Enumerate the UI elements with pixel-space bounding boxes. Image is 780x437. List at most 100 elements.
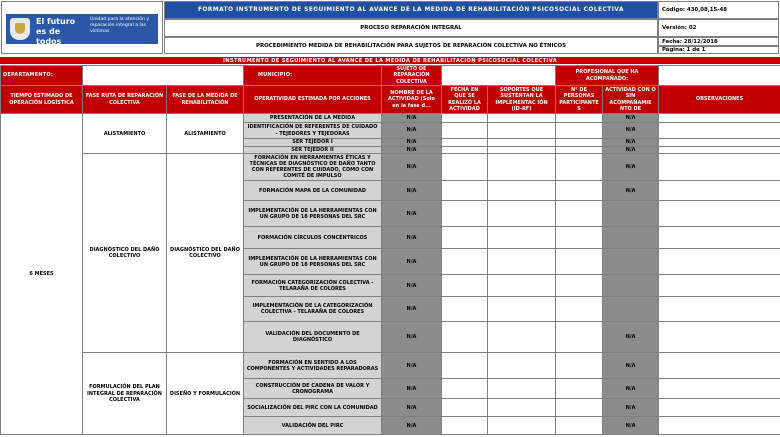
- support-cell[interactable]: [487, 153, 556, 182]
- date-cell[interactable]: [441, 416, 488, 436]
- activity-name-cell: VALIDACIÓN DEL DOCUMENTO DE DIAGNÓSTICO: [243, 321, 382, 354]
- support-cell[interactable]: [487, 321, 556, 354]
- participants-cell[interactable]: [555, 248, 603, 276]
- accompaniment-cell[interactable]: [601, 200, 660, 228]
- participants-cell[interactable]: [555, 180, 603, 202]
- na-cell: N/A: [381, 113, 442, 123]
- participants-cell[interactable]: [555, 145, 603, 155]
- accompaniment-cell[interactable]: [601, 226, 660, 250]
- phase-alistamiento-measure: ALISTAMIENTO: [166, 112, 244, 155]
- na-cell: N/A: [601, 122, 660, 139]
- observations-cell[interactable]: [658, 180, 780, 202]
- date-cell[interactable]: [441, 180, 488, 202]
- logo-entity: Unidad para la atención y reparación int…: [90, 17, 150, 34]
- date-cell[interactable]: [441, 248, 488, 276]
- na-cell: N/A: [601, 398, 660, 418]
- support-cell[interactable]: [487, 113, 556, 123]
- observations-cell[interactable]: [658, 138, 780, 147]
- col-accompaniment: ACTIVIDAD CON O SIN ACOMPAÑAMIE NTO DE: [601, 85, 660, 114]
- accompaniment-cell[interactable]: [601, 274, 660, 298]
- support-cell[interactable]: [487, 416, 556, 436]
- observations-cell[interactable]: [658, 248, 780, 276]
- na-cell: N/A: [601, 352, 660, 380]
- date-cell[interactable]: [441, 296, 488, 323]
- date-cell[interactable]: [441, 113, 488, 123]
- accompaniment-cell[interactable]: [601, 296, 660, 323]
- support-cell[interactable]: [487, 248, 556, 276]
- na-cell: N/A: [381, 180, 442, 202]
- support-cell[interactable]: [487, 200, 556, 228]
- date-cell[interactable]: [441, 274, 488, 298]
- participants-cell[interactable]: [555, 153, 603, 182]
- date-cell[interactable]: [441, 200, 488, 228]
- participants-cell[interactable]: [555, 296, 603, 323]
- support-cell[interactable]: [487, 398, 556, 418]
- participants-cell[interactable]: [555, 416, 603, 436]
- observations-cell[interactable]: [658, 200, 780, 228]
- participants-cell[interactable]: [555, 138, 603, 147]
- date-cell[interactable]: [441, 398, 488, 418]
- participants-cell[interactable]: [555, 378, 603, 400]
- date-cell[interactable]: [441, 352, 488, 380]
- date-cell[interactable]: [441, 321, 488, 354]
- na-cell: N/A: [601, 145, 660, 155]
- date-cell[interactable]: [441, 378, 488, 400]
- observations-cell[interactable]: [658, 296, 780, 323]
- participants-cell[interactable]: [555, 398, 603, 418]
- participants-cell[interactable]: [555, 321, 603, 354]
- col-time: TIEMPO ESTIMADO DE OPERACIÓN LOGÍSTICA: [0, 85, 83, 114]
- activity-name-cell: SOCIALIZACIÓN DEL PIRC CON LA COMUNIDAD: [243, 398, 382, 418]
- na-cell: N/A: [381, 296, 442, 323]
- na-cell: N/A: [381, 226, 442, 250]
- observations-cell[interactable]: [658, 416, 780, 436]
- participants-cell[interactable]: [555, 113, 603, 123]
- sujeto-label: SUJETO DE REPARACIÓN COLECTIVA: [381, 65, 442, 86]
- col-observations: OBSERVACIONES: [658, 85, 780, 114]
- date-cell[interactable]: [441, 122, 488, 139]
- observations-cell[interactable]: [658, 113, 780, 123]
- observations-cell[interactable]: [658, 378, 780, 400]
- support-cell[interactable]: [487, 138, 556, 147]
- observations-cell[interactable]: [658, 352, 780, 380]
- participants-cell[interactable]: [555, 200, 603, 228]
- logo-brand: El futuro es de todos: [36, 17, 76, 46]
- logo-cell: El futuro es de todos Unidad para la ate…: [1, 1, 163, 54]
- support-cell[interactable]: [487, 378, 556, 400]
- observations-cell[interactable]: [658, 153, 780, 182]
- professional-input[interactable]: [658, 65, 780, 86]
- date-cell[interactable]: [441, 145, 488, 155]
- support-cell[interactable]: [487, 180, 556, 202]
- process-name: PROCESO REPARACIÓN INTEGRAL: [164, 19, 658, 37]
- activity-name-cell: IMPLEMENTACIÓN DE LA HERRAMIENTAS CON UN…: [243, 248, 382, 276]
- date-cell[interactable]: [441, 138, 488, 147]
- doc-page: Página: 1 de 1: [658, 46, 779, 54]
- observations-cell[interactable]: [658, 145, 780, 155]
- accompaniment-cell[interactable]: [601, 248, 660, 276]
- observations-cell[interactable]: [658, 398, 780, 418]
- support-cell[interactable]: [487, 296, 556, 323]
- activity-name-cell: SER TEJEDOR II: [243, 145, 382, 155]
- participants-cell[interactable]: [555, 226, 603, 250]
- na-cell: N/A: [381, 398, 442, 418]
- activity-name-cell: SER TEJEDOR I: [243, 138, 382, 147]
- activity-name-cell: FORMACIÓN CATEGORIZACIÓN COLECTIVA - TEL…: [243, 274, 382, 298]
- participants-cell[interactable]: [555, 352, 603, 380]
- sujeto-input[interactable]: [441, 65, 556, 86]
- support-cell[interactable]: [487, 274, 556, 298]
- observations-cell[interactable]: [658, 274, 780, 298]
- support-cell[interactable]: [487, 122, 556, 139]
- support-cell[interactable]: [487, 226, 556, 250]
- participants-cell[interactable]: [555, 122, 603, 139]
- observations-cell[interactable]: [658, 321, 780, 354]
- date-cell[interactable]: [441, 153, 488, 182]
- support-cell[interactable]: [487, 145, 556, 155]
- observations-cell[interactable]: [658, 226, 780, 250]
- department-input[interactable]: [82, 65, 244, 86]
- observations-cell[interactable]: [658, 122, 780, 139]
- date-cell[interactable]: [441, 226, 488, 250]
- participants-cell[interactable]: [555, 274, 603, 298]
- coat-of-arms-icon: [10, 18, 30, 40]
- na-cell: N/A: [601, 321, 660, 354]
- activity-name-cell: FORMACIÓN EN SENTIDO A LOS COMPONENTES Y…: [243, 352, 382, 380]
- support-cell[interactable]: [487, 352, 556, 380]
